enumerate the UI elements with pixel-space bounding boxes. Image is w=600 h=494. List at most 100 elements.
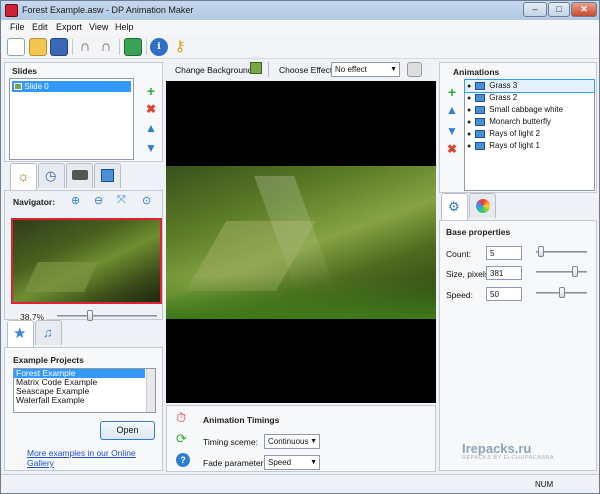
zoom-slider[interactable] bbox=[57, 315, 157, 317]
move-down-button[interactable]: ▼ bbox=[144, 141, 158, 155]
navigator-preview[interactable] bbox=[11, 218, 162, 304]
slides-panel: Slides Slide 0 + ✖ ▲ ▼ bbox=[4, 62, 163, 162]
key-icon[interactable]: ⚷ bbox=[171, 38, 189, 56]
gallery-link[interactable]: More examples in our Online Gallery bbox=[27, 448, 162, 468]
move-up-button[interactable]: ▲ bbox=[445, 103, 459, 117]
background-icon[interactable] bbox=[250, 62, 262, 74]
size-input[interactable]: 381 bbox=[486, 266, 522, 280]
navigator-label: Navigator: bbox=[13, 197, 56, 207]
zoom-in-icon[interactable]: ⊕ bbox=[71, 194, 80, 207]
save-icon[interactable] bbox=[50, 38, 68, 56]
new-icon[interactable] bbox=[7, 38, 25, 56]
zoom-slider-thumb[interactable] bbox=[87, 310, 93, 321]
effect-select[interactable]: No effect ▼ bbox=[331, 62, 400, 77]
move-down-button[interactable]: ▼ bbox=[445, 124, 459, 138]
count-label: Count: bbox=[446, 249, 472, 259]
list-item[interactable]: ● Rays of light 2 bbox=[465, 128, 594, 140]
list-item[interactable]: ● Monarch butterfly bbox=[465, 116, 594, 128]
tab-camera[interactable] bbox=[66, 163, 93, 188]
navigator-tabs: ☼ ◷ bbox=[10, 163, 160, 190]
add-slide-button[interactable]: + bbox=[144, 84, 158, 98]
move-up-button[interactable]: ▲ bbox=[144, 121, 158, 135]
tab-examples[interactable]: ★ bbox=[7, 320, 34, 347]
scene-grass bbox=[166, 276, 436, 319]
window-title: Forest Example.asw - DP Animation Maker bbox=[22, 5, 194, 15]
timing-scheme-select[interactable]: Continuous ▼ bbox=[264, 434, 320, 449]
preview-stairs bbox=[24, 262, 98, 292]
tab-timing[interactable]: ◷ bbox=[38, 163, 65, 188]
example-projects-list[interactable]: Forest Example Matrix Code Example Seasc… bbox=[13, 368, 156, 413]
eye-icon[interactable]: ● bbox=[467, 107, 471, 114]
animations-list-items: ● Grass 3 ● Grass 2 ● Small cabbage white ● Mon… bbox=[464, 79, 595, 152]
fit-icon[interactable]: ⤧ bbox=[117, 194, 126, 207]
undo-icon[interactable]: ∩ bbox=[76, 38, 94, 56]
add-animation-button[interactable]: + bbox=[445, 85, 459, 99]
tab-appearance[interactable] bbox=[469, 193, 496, 218]
app-window: Forest Example.asw - DP Animation Maker … bbox=[0, 0, 600, 494]
menu-help[interactable]: Help bbox=[115, 22, 134, 32]
layer-icon bbox=[475, 81, 486, 90]
help-icon[interactable]: ? bbox=[176, 453, 190, 467]
chevron-down-icon: ▼ bbox=[310, 459, 317, 466]
menu-export[interactable]: Export bbox=[56, 22, 82, 32]
open-icon[interactable] bbox=[29, 38, 47, 56]
slides-list[interactable]: Slide 0 bbox=[9, 78, 134, 160]
menu-edit[interactable]: Edit bbox=[32, 22, 48, 32]
animations-list[interactable]: ● Grass 3 ● Grass 2 ● Small cabbage white ● Mon… bbox=[464, 79, 595, 191]
speed-slider-thumb[interactable] bbox=[559, 287, 565, 298]
gear-icon: ⚙ bbox=[448, 199, 460, 214]
tab-base-properties[interactable]: ⚙ bbox=[441, 193, 468, 220]
eye-icon[interactable]: ● bbox=[467, 143, 471, 150]
navigator-panel: Navigator: ⊕ ⊖ ⤧ ⊙ 38.7% bbox=[4, 190, 163, 322]
timing-scheme-value: Continuous bbox=[268, 437, 309, 446]
export-icon[interactable] bbox=[124, 38, 142, 56]
redo-icon[interactable]: ∩ bbox=[97, 38, 115, 56]
layer-icon bbox=[475, 141, 486, 150]
animation-canvas[interactable] bbox=[166, 81, 436, 403]
eye-icon[interactable]: ● bbox=[467, 95, 471, 102]
list-item[interactable]: Waterfall Example bbox=[14, 396, 155, 405]
base-properties-panel: Base properties Count: 5 Size, pixels: 3… bbox=[439, 220, 597, 471]
list-scrollbar[interactable] bbox=[146, 369, 155, 412]
eye-icon[interactable]: ● bbox=[467, 83, 471, 90]
list-item[interactable]: ● Rays of light 1 bbox=[465, 140, 594, 152]
count-slider-thumb[interactable] bbox=[538, 246, 544, 257]
size-slider-thumb[interactable] bbox=[572, 266, 578, 277]
status-bar: NUM bbox=[1, 474, 599, 493]
menu-view[interactable]: View bbox=[89, 22, 108, 32]
list-item[interactable]: ● Grass 3 bbox=[464, 79, 595, 93]
list-item[interactable]: ● Small cabbage white bbox=[465, 104, 594, 116]
eye-icon[interactable]: ● bbox=[467, 119, 471, 126]
tab-music[interactable]: ♫ bbox=[35, 320, 62, 345]
fade-parameter-value: Speed bbox=[268, 458, 292, 467]
zoom-out-icon[interactable]: ⊖ bbox=[94, 194, 103, 207]
fade-parameter-select[interactable]: Speed ▼ bbox=[264, 455, 320, 470]
delete-slide-button[interactable]: ✖ bbox=[144, 102, 158, 116]
animations-panel: Animations + ▲ ▼ ✖ ● Grass 3 ● Grass 2 ● Smal… bbox=[439, 62, 597, 193]
fade-parameter-label: Fade parameter: bbox=[203, 458, 266, 468]
animation-label: Rays of light 1 bbox=[489, 141, 540, 150]
change-background-label[interactable]: Change Background bbox=[175, 65, 253, 75]
minimize-button[interactable]: – bbox=[523, 2, 547, 17]
list-item[interactable]: ● Grass 2 bbox=[465, 92, 594, 104]
menu-file[interactable]: File bbox=[10, 22, 25, 32]
toolbar-separator bbox=[119, 39, 120, 55]
open-button[interactable]: Open bbox=[100, 421, 155, 440]
info-icon[interactable]: i bbox=[150, 38, 168, 56]
background-effect-bar: Change Background Choose Effect: No effe… bbox=[166, 62, 436, 79]
toolbar-separator bbox=[146, 39, 147, 55]
list-item[interactable]: Slide 0 bbox=[12, 81, 131, 92]
count-input[interactable]: 5 bbox=[486, 246, 522, 260]
scene-image bbox=[166, 166, 436, 319]
maximize-button[interactable]: □ bbox=[548, 2, 570, 17]
size-slider[interactable] bbox=[536, 271, 587, 273]
tab-navigator[interactable]: ☼ bbox=[10, 163, 37, 190]
close-button[interactable]: ✕ bbox=[571, 2, 597, 17]
zoom-actual-icon[interactable]: ⊙ bbox=[142, 194, 151, 207]
effect-settings-icon[interactable] bbox=[407, 62, 422, 77]
watermark-site: Irepacks.ru bbox=[462, 441, 532, 456]
speed-input[interactable]: 50 bbox=[486, 287, 522, 301]
eye-icon[interactable]: ● bbox=[467, 131, 471, 138]
tab-export[interactable] bbox=[94, 163, 121, 188]
delete-animation-button[interactable]: ✖ bbox=[445, 142, 459, 156]
